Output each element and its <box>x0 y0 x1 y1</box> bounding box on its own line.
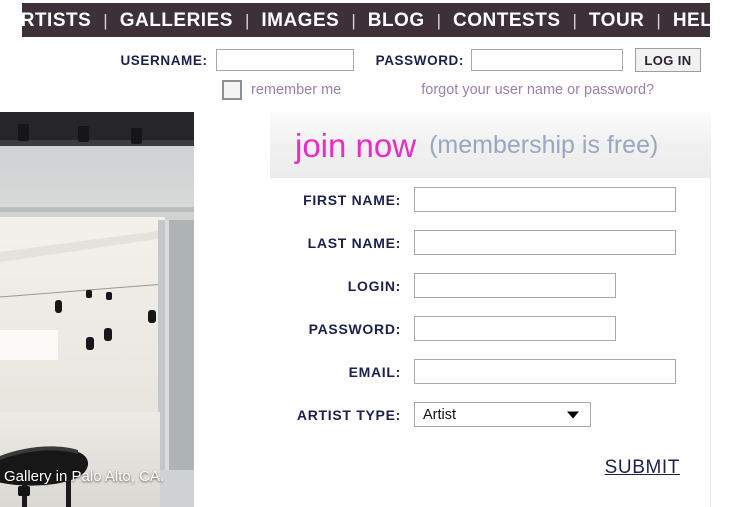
join-now-banner: join now (membership is free) <box>270 112 711 178</box>
nav-item-images[interactable]: IMAGES <box>260 11 340 30</box>
login-strip: USERNAME: PASSWORD: LOG IN remember me f… <box>0 44 710 108</box>
nav-item-contests[interactable]: CONTESTS <box>452 11 561 30</box>
nav-item-galleries[interactable]: GALLERIES <box>119 11 234 30</box>
log-in-button[interactable]: LOG IN <box>635 48 701 72</box>
email-input[interactable] <box>414 359 676 384</box>
photo-caption: Gallery in Palo Alto, CA. <box>4 468 165 485</box>
form-row-password: PASSWORD: <box>194 307 711 350</box>
nav-separator: | <box>244 10 250 30</box>
submit-button[interactable]: SUBMIT <box>605 457 680 479</box>
remember-me-label[interactable]: remember me <box>251 82 341 98</box>
nav-item-artists[interactable]: ARTISTS <box>6 11 93 30</box>
nav-item-blog[interactable]: BLOG <box>367 11 426 30</box>
first-name-input[interactable] <box>414 187 676 212</box>
login-input[interactable] <box>414 273 616 298</box>
artist-type-select[interactable]: Artist <box>414 402 591 427</box>
password-input[interactable] <box>471 49 623 71</box>
nav-separator: | <box>103 10 108 30</box>
membership-free-note: (membership is free) <box>429 130 659 159</box>
forgot-credentials-link[interactable]: forgot your user name or password? <box>421 82 654 98</box>
nav-item-tour[interactable]: TOUR <box>588 11 645 30</box>
last-name-input[interactable] <box>414 230 676 255</box>
first-name-label: FIRST NAME: <box>303 191 401 208</box>
submit-row: SUBMIT <box>194 457 711 479</box>
join-now-heading: join now <box>295 126 417 164</box>
password-label: PASSWORD: <box>375 52 464 68</box>
main-content-area: Gallery in Palo Alto, CA. join now (memb… <box>0 112 711 507</box>
gallery-interior-photo <box>0 112 194 507</box>
form-row-artist-type: ARTIST TYPE: Artist <box>194 393 711 436</box>
username-label: USERNAME: <box>120 52 208 68</box>
login-form-row: USERNAME: PASSWORD: LOG IN <box>0 48 705 72</box>
artist-type-selected-value: Artist <box>423 406 457 423</box>
username-input[interactable] <box>215 49 354 71</box>
nav-separator: | <box>572 10 577 30</box>
form-row-first-name: FIRST NAME: <box>194 178 711 221</box>
login-label: LOGIN: <box>347 277 401 294</box>
form-row-login: LOGIN: <box>194 264 711 307</box>
form-row-last-name: LAST NAME: <box>194 221 711 264</box>
nav-separator: | <box>351 10 356 30</box>
artist-type-label: ARTIST TYPE: <box>296 406 401 423</box>
last-name-label: LAST NAME: <box>307 234 401 251</box>
nav-separator: | <box>436 10 442 30</box>
gallery-photo-panel: Gallery in Palo Alto, CA. <box>0 112 194 507</box>
password-label: PASSWORD: <box>308 320 401 337</box>
signup-form: FIRST NAME: LAST NAME: LOGIN: PASSWORD: … <box>194 178 711 507</box>
main-navigation-bar: ARTISTS | GALLERIES | IMAGES | BLOG | CO… <box>7 3 725 37</box>
nav-separator: | <box>656 10 661 30</box>
form-row-email: EMAIL: <box>194 350 711 393</box>
email-label: EMAIL: <box>348 363 401 380</box>
nav-item-help[interactable]: HELP <box>672 11 727 30</box>
signup-password-input[interactable] <box>414 316 616 341</box>
remember-me-row: remember me forgot your user name or pas… <box>0 80 705 100</box>
remember-me-checkbox[interactable] <box>222 80 242 100</box>
chevron-down-icon <box>567 411 579 418</box>
